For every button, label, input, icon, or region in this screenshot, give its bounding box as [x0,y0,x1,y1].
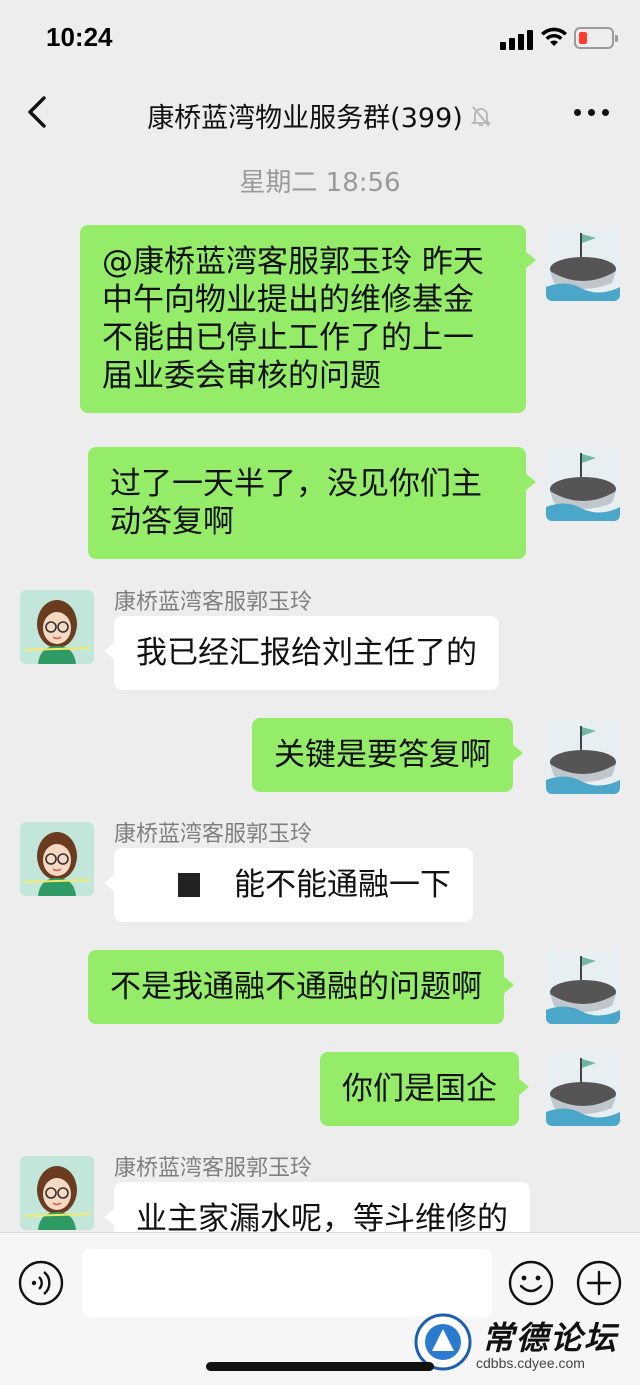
self-avatar[interactable] [546,1052,620,1126]
self-avatar[interactable] [546,447,620,521]
watermark-title: 常德论坛 [482,1319,619,1357]
message-bubble-other[interactable]: 能不能通融一下 [104,848,473,922]
message-text: 能不能通融一下 [234,867,451,903]
bell-slash-icon [470,105,491,127]
contact-avatar[interactable] [20,1156,94,1230]
cellular-signal-icon [500,28,534,50]
message-bubble-other[interactable]: 业主家漏水呢，等斗维修的 [104,1182,530,1232]
chat-title: 康桥蓝湾物业服务群(399) [147,103,463,134]
voice-icon[interactable] [18,1260,64,1306]
message-input[interactable] [82,1249,492,1317]
self-avatar[interactable] [546,720,620,794]
chat-header: 康桥蓝湾物业服务群(399) [0,80,640,150]
status-bar: 10:24 [0,0,640,80]
contact-avatar[interactable] [20,822,94,896]
message-bubble-self[interactable]: 你们是国企 [320,1052,529,1126]
message-bubble-self[interactable]: 关键是要答复啊 [252,718,523,792]
message-bubble-other[interactable]: 我已经汇报给刘主任了的 [104,616,499,690]
redacted-content [178,873,200,897]
message-timestamp: 星期二 18:56 [239,168,401,198]
self-avatar[interactable] [546,950,620,1024]
forum-watermark: 常德论坛 cdbbs.cdyee.com [414,1311,634,1381]
chat-title-container: 康桥蓝湾物业服务群(399) [0,96,640,135]
home-indicator[interactable] [206,1362,434,1371]
message-bubble-self[interactable]: @康桥蓝湾客服郭玉玲 昨天中午向物业提出的维修基金不能由已停止工作了的上一届业委… [80,225,536,413]
message-input-bar: 常德论坛 cdbbs.cdyee.com [0,1232,640,1385]
contact-avatar[interactable] [20,590,94,664]
plus-icon[interactable] [576,1260,622,1306]
status-time: 10:24 [46,22,113,52]
chat-message-list[interactable]: 星期二 18:56 @康桥蓝湾客服郭玉玲 昨天中午向物业提出的维修基金不能由已停… [0,150,640,1232]
sender-name: 康桥蓝湾客服郭玉玲 [114,822,313,847]
message-bubble-self[interactable]: 不是我通融不通融的问题啊 [88,950,514,1024]
sender-name: 康桥蓝湾客服郭玉玲 [114,590,313,615]
message-bubble-self[interactable]: 过了一天半了，没见你们主动答复啊 [88,447,536,559]
watermark-url: cdbbs.cdyee.com [476,1355,585,1371]
more-options-button[interactable] [574,106,610,118]
emoji-icon[interactable] [508,1260,554,1306]
battery-icon [574,27,618,49]
self-avatar[interactable] [546,227,620,301]
sender-name: 康桥蓝湾客服郭玉玲 [114,1156,313,1181]
wifi-icon [541,27,567,46]
